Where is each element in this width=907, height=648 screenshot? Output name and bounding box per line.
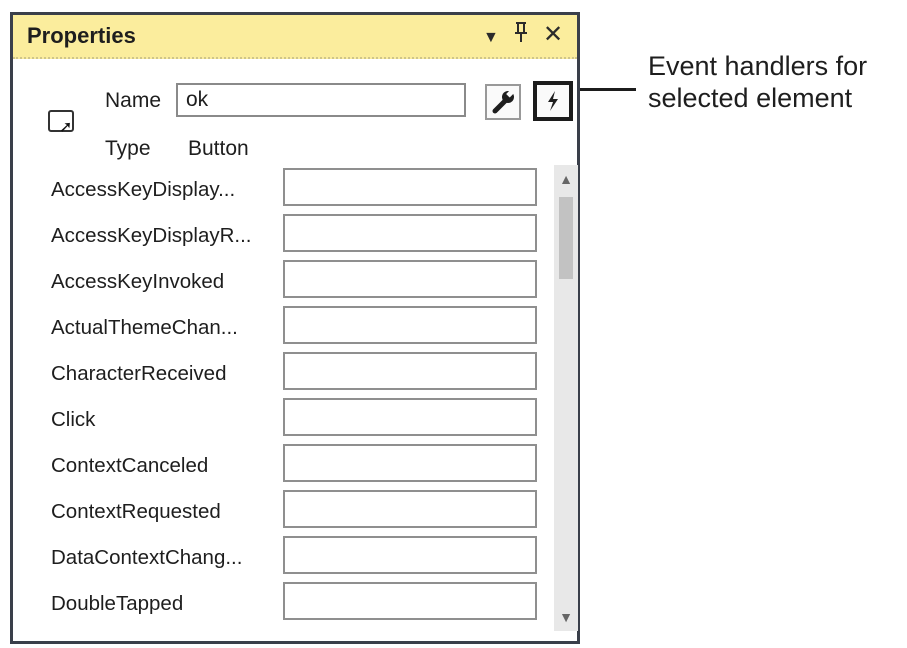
event-handler-input[interactable]: [283, 536, 537, 574]
callout-leader-line: [580, 88, 636, 91]
event-name: ContextRequested: [51, 500, 221, 523]
event-row: AccessKeyDisplay...: [13, 165, 553, 213]
element-header: ➚ Name Type Button: [13, 59, 577, 179]
event-handler-input[interactable]: [283, 352, 537, 390]
event-row: ContextCanceled: [13, 441, 553, 489]
event-handler-input[interactable]: [283, 398, 537, 436]
callout-line-2: selected element: [648, 83, 853, 113]
name-field[interactable]: [176, 83, 466, 117]
scroll-up-arrow-icon[interactable]: ▲: [554, 165, 578, 193]
event-handler-input[interactable]: [283, 582, 537, 620]
properties-view-button[interactable]: [485, 84, 521, 120]
callout-line-1: Event handlers for: [648, 51, 868, 81]
event-name: ActualThemeChan...: [51, 316, 238, 339]
event-handler-input[interactable]: [283, 168, 537, 206]
event-row: AccessKeyDisplayR...: [13, 211, 553, 259]
pin-icon[interactable]: [513, 21, 529, 50]
event-name: AccessKeyDisplayR...: [51, 224, 252, 247]
event-handler-input[interactable]: [283, 260, 537, 298]
panel-title: Properties: [27, 23, 136, 48]
wrench-icon: [492, 89, 514, 114]
event-row: ContextRequested: [13, 487, 553, 535]
scroll-down-arrow-icon[interactable]: ▼: [554, 603, 578, 631]
dropdown-icon[interactable]: ▼: [483, 24, 499, 52]
event-name: AccessKeyInvoked: [51, 270, 225, 293]
vertical-scrollbar[interactable]: ▲ ▼: [554, 165, 578, 631]
scroll-thumb[interactable]: [559, 197, 573, 279]
callout-annotation: Event handlers for selected element: [648, 50, 867, 114]
event-handler-input[interactable]: [283, 444, 537, 482]
close-icon[interactable]: ✕: [543, 21, 563, 49]
event-name: ContextCanceled: [51, 454, 209, 477]
event-name: Click: [51, 408, 96, 431]
panel-titlebar: Properties ▼ ✕: [13, 15, 577, 59]
lightning-bolt-icon: [548, 91, 558, 111]
selection-icon: ➚: [48, 110, 74, 136]
event-handler-input[interactable]: [283, 214, 537, 252]
properties-panel: Properties ▼ ✕ ➚ Name Type Button: [10, 12, 580, 644]
event-name: CharacterReceived: [51, 362, 227, 385]
type-label: Type: [105, 137, 151, 160]
event-row: DoubleTapped: [13, 579, 553, 627]
event-handler-input[interactable]: [283, 490, 537, 528]
event-row: DataContextChang...: [13, 533, 553, 581]
event-row: AccessKeyInvoked: [13, 257, 553, 305]
event-name: AccessKeyDisplay...: [51, 178, 236, 201]
type-value: Button: [188, 137, 249, 160]
event-row: ActualThemeChan...: [13, 303, 553, 351]
event-row: CharacterReceived: [13, 349, 553, 397]
event-name: DataContextChang...: [51, 546, 243, 569]
event-name: DoubleTapped: [51, 592, 184, 615]
event-handler-input[interactable]: [283, 306, 537, 344]
event-row: Click: [13, 395, 553, 443]
name-label: Name: [105, 89, 162, 112]
event-handlers-button[interactable]: [533, 81, 573, 121]
